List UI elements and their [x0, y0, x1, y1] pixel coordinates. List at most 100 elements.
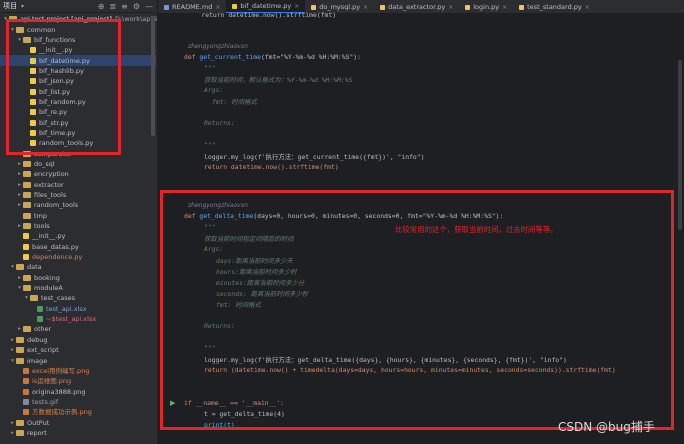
chevron-down-icon[interactable]: ▾: [23, 293, 30, 303]
tree-item[interactable]: 方数据成功示例.png: [0, 407, 156, 417]
folder-icon: [23, 181, 31, 188]
close-tab-icon[interactable]: ×: [448, 4, 453, 11]
tree-item[interactable]: ▸ report: [0, 428, 156, 438]
editor-tab-label: README.md: [172, 3, 213, 11]
sidebar-scrollbar[interactable]: [151, 16, 155, 136]
tree-item[interactable]: ▾ data: [0, 262, 156, 272]
project-panel-tools: ⊕ ≣ ≡ ⚙ —: [98, 2, 157, 11]
hide-panel-icon[interactable]: —: [145, 2, 153, 11]
folder-icon: [23, 171, 31, 178]
close-tab-icon[interactable]: ×: [215, 4, 220, 11]
xlsx-file-icon: [37, 305, 43, 312]
png-file-icon: [23, 378, 29, 385]
editor-tab[interactable]: login.py ×: [459, 0, 513, 13]
chevron-down-icon[interactable]: ▾: [16, 283, 23, 293]
tree-item-label: excel用例编写.png: [32, 366, 90, 375]
tree-item[interactable]: ▸ files_tools: [0, 190, 156, 200]
collapse-all-icon[interactable]: ≡: [121, 2, 128, 11]
expand-all-icon[interactable]: ≣: [109, 2, 116, 11]
tree-item[interactable]: test_api.xlsx: [0, 304, 156, 314]
tree-item[interactable]: dependence.py: [0, 252, 156, 262]
tree-item[interactable]: ▸ booking: [0, 273, 156, 283]
chevron-down-icon[interactable]: ▾: [9, 262, 16, 272]
tree-item-label: tmp: [34, 211, 48, 220]
chevron-right-icon[interactable]: ▸: [16, 190, 23, 200]
tree-item-label: extractor: [34, 180, 64, 189]
editor-tab-label: bif_datetime.py: [240, 2, 292, 10]
annotation-note: 比较常用的这个，获取当前时间，过去时间等等。: [395, 225, 558, 234]
chevron-right-icon[interactable]: ▸: [16, 273, 23, 283]
project-dropdown-icon[interactable]: ▾: [21, 3, 24, 10]
py-file-icon: [380, 4, 386, 10]
tree-item[interactable]: ▸ extractor: [0, 180, 156, 190]
xlsx-file-icon: [37, 316, 43, 323]
locate-file-icon[interactable]: ⊕: [98, 2, 105, 11]
chevron-right-icon[interactable]: ▸: [9, 335, 16, 345]
tree-item[interactable]: is运维图.png: [0, 376, 156, 386]
folder-icon: [30, 295, 38, 302]
editor-tab-label: data_extractor.py: [388, 3, 446, 11]
gif-file-icon: [23, 398, 29, 405]
png-file-icon: [23, 367, 29, 374]
chevron-right-icon[interactable]: ▸: [9, 418, 16, 428]
tree-item[interactable]: ▾ test_cases: [0, 293, 156, 303]
chevron-down-icon[interactable]: ▾: [9, 356, 16, 366]
tree-item[interactable]: ▸ encryption: [0, 169, 156, 179]
tree-item[interactable]: ▸ do_sql: [0, 159, 156, 169]
folder-icon: [23, 212, 31, 219]
tree-item[interactable]: excel用例编写.png: [0, 366, 156, 376]
chevron-right-icon[interactable]: ▸: [9, 345, 16, 355]
settings-gear-icon[interactable]: ⚙: [133, 2, 140, 11]
editor-tab[interactable]: data_extractor.py ×: [374, 0, 459, 13]
py-file-icon: [519, 4, 525, 10]
tree-item-label: files_tools: [34, 191, 67, 200]
tree-item[interactable]: ▸ debug: [0, 335, 156, 345]
folder-icon: [23, 285, 31, 292]
chevron-right-icon[interactable]: ▸: [16, 221, 23, 231]
tree-item[interactable]: ▸ random_tools: [0, 200, 156, 210]
chevron-right-icon[interactable]: ▸: [16, 180, 23, 190]
tree-item[interactable]: origina3888.png: [0, 386, 156, 396]
png-file-icon: [23, 388, 29, 395]
tree-item[interactable]: ~$test_api.xlsx: [0, 314, 156, 324]
tree-item[interactable]: ▸ OutPut: [0, 417, 156, 427]
tree-item[interactable]: ▸ ext_script: [0, 345, 156, 355]
editor-scrollbar[interactable]: [678, 60, 682, 230]
chevron-right-icon[interactable]: ▸: [16, 169, 23, 179]
tree-item-label: moduleA: [34, 284, 63, 293]
tree-item[interactable]: ▾ image: [0, 355, 156, 365]
project-panel-title[interactable]: 项目: [3, 1, 17, 11]
tree-item-label: OutPut: [27, 418, 50, 427]
folder-icon: [23, 202, 31, 209]
png-file-icon: [23, 409, 29, 416]
close-tab-icon[interactable]: ×: [585, 4, 590, 11]
tree-item-label: origina3888.png: [32, 387, 86, 396]
tree-item[interactable]: ▾ moduleA: [0, 283, 156, 293]
tree-item[interactable]: ▸ other: [0, 324, 156, 334]
close-tab-icon[interactable]: ×: [502, 4, 507, 11]
py-file-icon: [311, 4, 317, 10]
code-line: """: [204, 64, 216, 72]
py-file-icon: [465, 4, 471, 10]
folder-icon: [23, 223, 31, 230]
close-tab-icon[interactable]: ×: [294, 3, 299, 10]
editor-tab-label: test_standard.py: [527, 3, 582, 11]
editor-tab-label: do_mysql.py: [319, 3, 361, 11]
chevron-right-icon[interactable]: ▸: [9, 428, 16, 438]
chevron-right-icon[interactable]: ▸: [16, 200, 23, 210]
tree-item[interactable]: __init__.py: [0, 231, 156, 241]
chevron-right-icon[interactable]: ▸: [16, 324, 23, 334]
close-tab-icon[interactable]: ×: [363, 4, 368, 11]
editor-tab[interactable]: test_standard.py ×: [513, 0, 596, 13]
folder-icon: [16, 347, 24, 354]
tree-item-label: dependence.py: [32, 253, 83, 262]
tree-item[interactable]: base_datas.py: [0, 242, 156, 252]
chevron-right-icon[interactable]: ▸: [16, 159, 23, 169]
tree-item[interactable]: tmp: [0, 211, 156, 221]
tree-item-label: tests.gif: [32, 397, 59, 406]
highlight-box-bif-functions: [6, 19, 121, 155]
py-file-icon: [23, 243, 29, 250]
tree-item[interactable]: ▸ tools: [0, 221, 156, 231]
tree-item-label: report: [27, 428, 47, 437]
tree-item[interactable]: tests.gif: [0, 397, 156, 407]
